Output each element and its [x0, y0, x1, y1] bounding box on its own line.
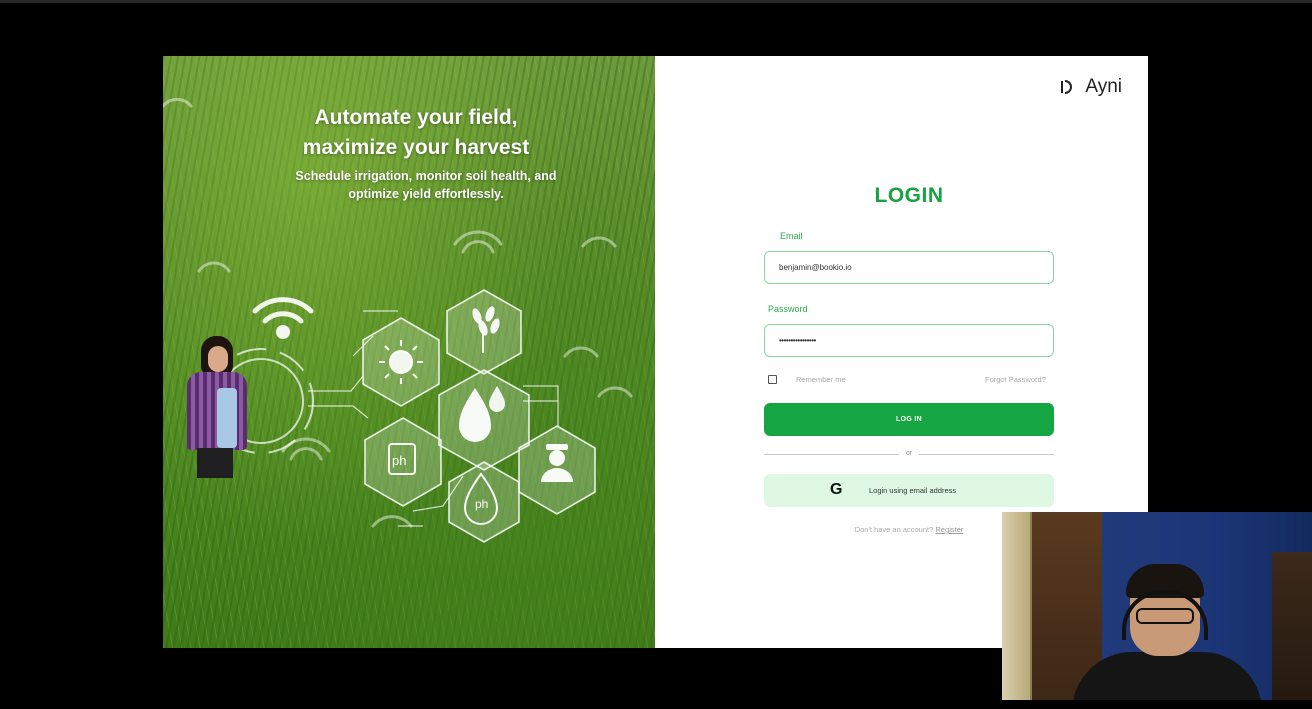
remember-me-label[interactable]: Remember me: [796, 375, 846, 384]
hero-title: Automate your field, maximize your harve…: [302, 106, 530, 159]
screen-top-edge: [0, 0, 1312, 3]
signup-text: Don't have an account?: [854, 525, 934, 534]
farmer-figure: [183, 336, 263, 496]
google-login-label: Login using email address: [869, 486, 957, 495]
ph-drop-label: ph: [475, 497, 488, 511]
webcam-overlay: [1002, 512, 1312, 700]
register-link[interactable]: Register: [935, 525, 963, 534]
webcam-bookshelf-right: [1272, 552, 1312, 700]
glasses-icon: [1136, 608, 1194, 624]
wifi-signal-icon-dot: [276, 325, 290, 339]
password-label: Password: [768, 304, 808, 314]
google-icon: G: [830, 481, 843, 498]
remember-me-checkbox[interactable]: [768, 375, 777, 384]
ayni-logo-icon: [1061, 80, 1073, 94]
or-separator: or: [899, 449, 919, 459]
email-label: Email: [780, 231, 803, 241]
login-title: LOGIN: [874, 184, 944, 207]
hero-subtitle: Schedule irrigation, monitor soil health…: [295, 169, 557, 201]
forgot-password-link[interactable]: Forgot Password?: [985, 375, 1046, 384]
login-button[interactable]: LOG IN: [764, 403, 1054, 436]
hero-panel: ph ph Automate your field, maximize your…: [163, 56, 655, 648]
webcam-wall: [1002, 512, 1030, 700]
brand-name: Ayni: [1085, 76, 1122, 97]
password-field[interactable]: ••••••••••••••••: [764, 324, 1054, 357]
ph-sensor-label: ph: [392, 453, 406, 468]
wifi-signal-icon: [252, 297, 314, 324]
brand[interactable]: Ayni: [1059, 76, 1122, 98]
google-login-button[interactable]: G Login using email address: [764, 474, 1054, 507]
email-field[interactable]: benjamin@bookio.io: [764, 251, 1054, 284]
